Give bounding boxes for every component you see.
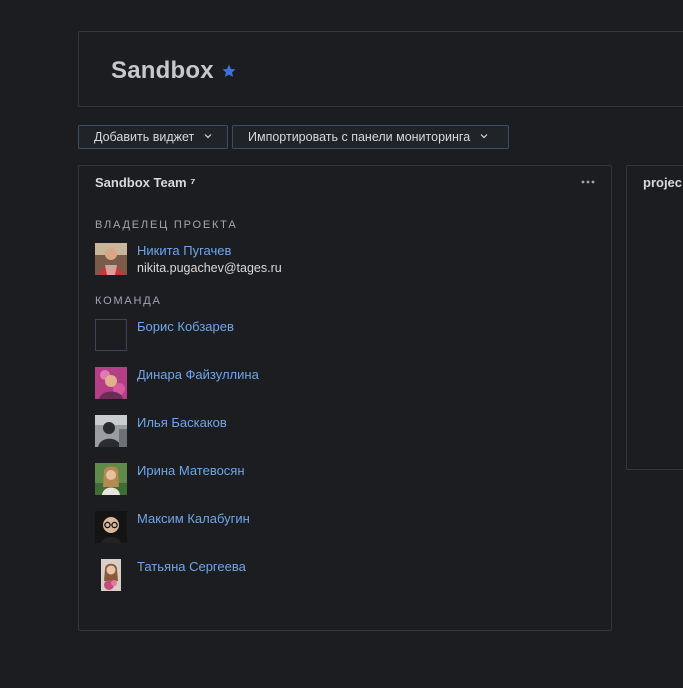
- member-name-link[interactable]: Борис Кобзарев: [137, 319, 234, 334]
- avatar: [95, 559, 127, 591]
- member-name-link[interactable]: Ирина Матевосян: [137, 463, 245, 478]
- owner-email: nikita.pugachev@tages.ru: [137, 261, 282, 275]
- member-name-link[interactable]: Илья Баскаков: [137, 415, 227, 430]
- dashboard-page: Sandbox Добавить виджет Импортировать с …: [0, 0, 683, 688]
- panel-title: Sandbox Team ⁷: [95, 175, 196, 190]
- member-name-link[interactable]: Динара Файзуллина: [137, 367, 259, 382]
- avatar: [95, 367, 127, 399]
- import-label: Импортировать с панели мониторинга: [248, 130, 471, 144]
- member-name-link[interactable]: Татьяна Сергеева: [137, 559, 246, 574]
- project-panel: projec: [626, 165, 683, 470]
- member-name-link[interactable]: Максим Калабугин: [137, 511, 250, 526]
- import-from-dashboard-button[interactable]: Импортировать с панели мониторинга: [232, 125, 509, 149]
- avatar: [95, 415, 127, 447]
- team-panel: Sandbox Team ⁷ ВЛАДЕЛЕЦ ПРОЕКТА Никита П…: [78, 165, 612, 631]
- more-horizontal-icon[interactable]: [581, 180, 595, 184]
- avatar-placeholder: [95, 319, 127, 351]
- owner-name-link[interactable]: Никита Пугачев: [137, 243, 231, 258]
- avatar: [95, 243, 127, 275]
- owner-section-label: ВЛАДЕЛЕЦ ПРОЕКТА: [95, 219, 238, 231]
- panel-title: projec: [643, 175, 683, 190]
- star-icon[interactable]: [221, 63, 237, 79]
- team-section-label: КОМАНДА: [95, 295, 162, 307]
- dashboard-header: Sandbox: [78, 31, 683, 107]
- add-widget-label: Добавить виджет: [94, 130, 195, 144]
- avatar: [95, 511, 127, 543]
- add-widget-button[interactable]: Добавить виджет: [78, 125, 228, 149]
- page-title: Sandbox: [111, 57, 214, 84]
- chevron-down-icon: [480, 133, 488, 139]
- avatar: [95, 463, 127, 495]
- chevron-down-icon: [204, 133, 212, 139]
